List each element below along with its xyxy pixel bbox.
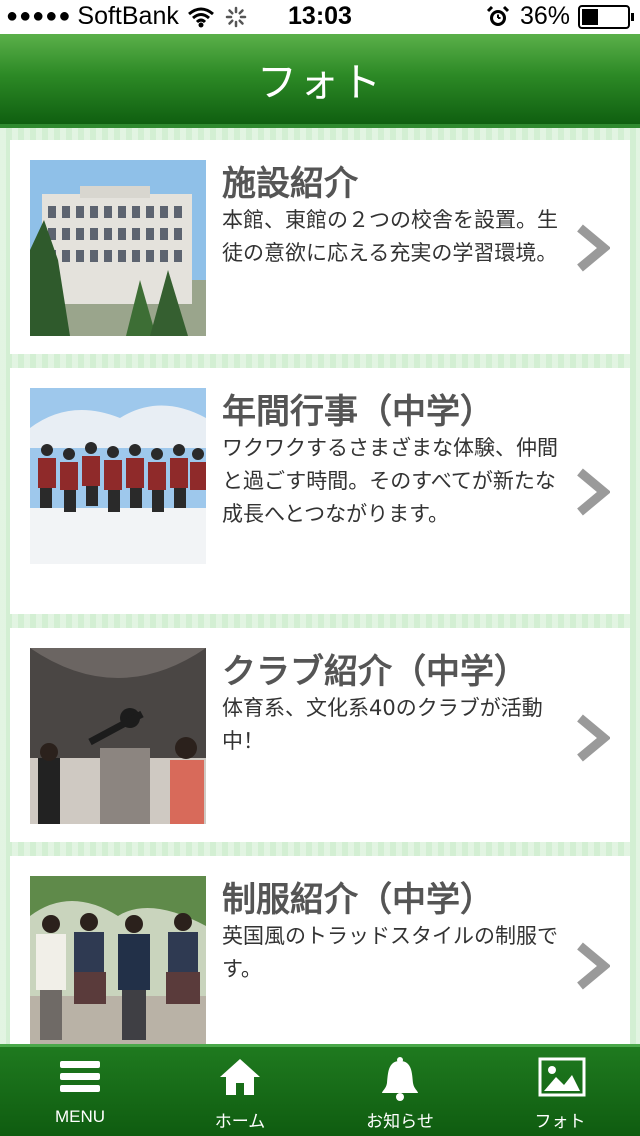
card-description: ワクワクするさまざまな体験、仲間と過ごす時間。そのすべてが新たな成長へとつながり… — [222, 436, 558, 526]
card-description: 体育系、文化系40のクラブが活動中！ — [222, 696, 543, 753]
list-item-uniforms[interactable]: 制服紹介（中学） 英国風のトラッドスタイルの制服です。 — [10, 856, 630, 1044]
battery-group: 36% — [486, 2, 634, 31]
card-description: 英国風のトラッドスタイルの制服です。 — [222, 924, 558, 981]
tab-photo[interactable]: フォト — [480, 1053, 640, 1135]
tab-label: ホーム — [214, 1112, 266, 1131]
clubs-photo — [30, 648, 206, 824]
home-icon — [220, 1059, 260, 1095]
menu-icon — [60, 1061, 100, 1092]
battery-fill — [582, 8, 598, 25]
battery-percent: 36% — [519, 2, 570, 30]
chevron-right-icon — [577, 468, 610, 516]
card-description: 本館、東館の２つの校舎を設置。生徒の意欲に応える充実の学習環境。 — [222, 208, 558, 265]
uniforms-photo — [30, 876, 206, 1044]
status-bar: ●●●●● SoftBank 13:03 36% — [0, 0, 640, 34]
chevron-right-icon — [577, 224, 610, 272]
list-item-facilities[interactable]: 施設紹介 本館、東館の２つの校舎を設置。生徒の意欲に応える充実の学習環境。 — [10, 140, 630, 354]
list-item-annual-events[interactable]: 年間行事（中学） ワクワクするさまざまな体験、仲間と過ごす時間。そのすべてが新た… — [10, 368, 630, 614]
photo-icon — [538, 1057, 586, 1097]
card-title: クラブ紹介（中学） — [222, 652, 528, 692]
tab-label: お知らせ — [366, 1112, 434, 1131]
annual-events-photo — [30, 388, 206, 564]
chevron-right-icon — [577, 714, 610, 762]
alarm-icon — [486, 5, 510, 26]
bottom-tab-bar: MENU ホーム お知らせ フォト — [0, 1044, 640, 1136]
bell-icon — [382, 1057, 418, 1101]
tab-label: MENU — [54, 1107, 106, 1126]
card-title: 制服紹介（中学） — [222, 880, 494, 920]
tab-label: フォト — [534, 1112, 586, 1131]
tab-news[interactable]: お知らせ — [320, 1053, 480, 1135]
card-title: 施設紹介 — [222, 164, 358, 204]
card-title: 年間行事（中学） — [222, 392, 494, 432]
tab-menu[interactable]: MENU — [0, 1053, 160, 1135]
tab-home[interactable]: ホーム — [160, 1053, 320, 1135]
battery-icon — [578, 4, 634, 29]
nav-header: フォト — [0, 34, 640, 128]
photo-list[interactable]: 施設紹介 本館、東館の２つの校舎を設置。生徒の意欲に応える充実の学習環境。 年間… — [0, 128, 640, 1044]
facilities-photo — [30, 160, 206, 336]
page-title: フォト — [257, 60, 383, 106]
list-item-clubs[interactable]: クラブ紹介（中学） 体育系、文化系40のクラブが活動中！ — [10, 628, 630, 842]
chevron-right-icon — [577, 942, 610, 990]
